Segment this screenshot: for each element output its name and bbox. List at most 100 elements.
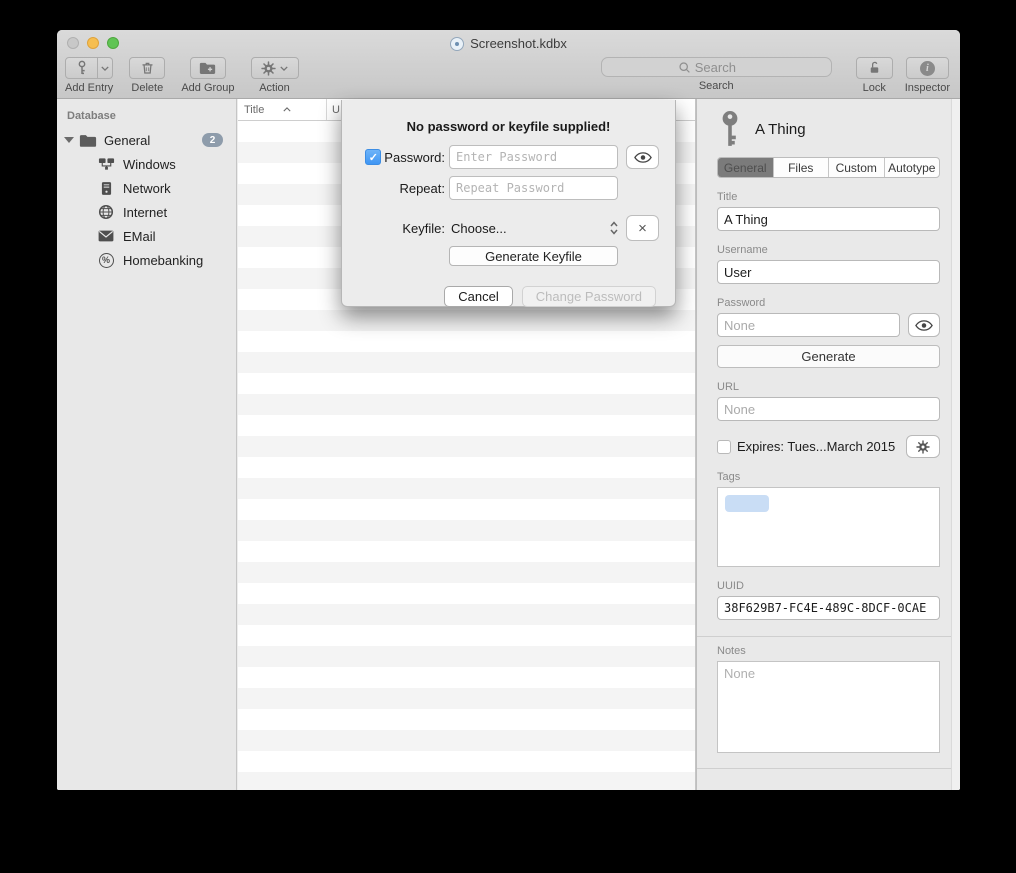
inspector-panel: A Thing General Files Custom Autotype Ti… <box>696 99 960 790</box>
tags-box[interactable] <box>717 487 940 567</box>
inspector-button[interactable]: i <box>906 57 949 79</box>
expires-options-button[interactable] <box>906 435 940 458</box>
keyfile-popup-value: Choose... <box>449 221 610 236</box>
sidebar-item-label: Homebanking <box>123 253 203 268</box>
action-button[interactable] <box>251 57 299 79</box>
app-window: Screenshot.kdbx Add Entry <box>57 30 960 790</box>
column-header-title[interactable]: Title <box>238 104 326 116</box>
reveal-password-button[interactable] <box>908 313 940 337</box>
url-field-label: URL <box>717 381 940 393</box>
cancel-button[interactable]: Cancel <box>444 286 512 307</box>
workgroup-icon <box>97 157 115 171</box>
clear-keyfile-button[interactable]: × <box>626 215 659 241</box>
delete-item: Delete <box>129 57 165 94</box>
percent-icon: % <box>97 253 115 268</box>
generate-password-button[interactable]: Generate <box>717 345 940 368</box>
sidebar-item-label: Internet <box>123 205 167 220</box>
tab-custom[interactable]: Custom <box>828 158 884 177</box>
gear-icon <box>261 61 276 76</box>
sort-ascending-icon <box>283 107 322 112</box>
envelope-icon <box>97 230 115 242</box>
uuid-field[interactable] <box>717 596 940 620</box>
add-group-item: Add Group <box>181 57 234 94</box>
lock-label: Lock <box>863 82 886 94</box>
chevron-down-icon <box>101 66 109 71</box>
inspector-item: i Inspector <box>905 57 950 94</box>
keyfile-popup[interactable]: Choose... <box>449 221 618 236</box>
titlebar: Screenshot.kdbx <box>57 35 960 52</box>
action-label: Action <box>259 82 290 94</box>
gear-icon <box>916 440 930 454</box>
search-icon <box>678 61 691 74</box>
add-entry-dropdown-button[interactable] <box>98 57 113 79</box>
lock-open-icon <box>867 60 882 76</box>
repeat-label: Repeat: <box>399 181 445 196</box>
sheet-message: No password or keyfile supplied! <box>361 119 656 134</box>
keyfile-label: Keyfile: <box>402 221 445 236</box>
inspector-label: Inspector <box>905 82 950 94</box>
sidebar-item-network[interactable]: Network <box>57 176 236 200</box>
entry-header: A Thing <box>717 108 940 150</box>
username-field[interactable] <box>717 260 940 284</box>
inspector-scrollbar[interactable] <box>951 99 960 790</box>
expires-checkbox[interactable] <box>717 440 731 454</box>
password-field[interactable] <box>717 313 900 337</box>
lock-button[interactable] <box>856 57 893 79</box>
password-label: Password: <box>384 150 445 165</box>
notes-field[interactable] <box>717 661 940 753</box>
password-checkbox[interactable]: ✓ <box>365 149 381 165</box>
trash-icon <box>140 60 155 76</box>
check-icon: ✓ <box>369 151 378 164</box>
search-input[interactable] <box>695 60 755 75</box>
sidebar-item-internet[interactable]: Internet <box>57 200 236 224</box>
sidebar-item-label: General <box>104 133 202 148</box>
toolbar: Add Entry Delete Add Group <box>65 57 950 94</box>
sidebar-item-label: EMail <box>123 229 156 244</box>
server-icon <box>97 181 115 196</box>
generate-keyfile-button[interactable]: Generate Keyfile <box>449 246 618 266</box>
search-field[interactable] <box>601 57 832 77</box>
group-sidebar: Database General 2 Windows Network <box>57 99 237 790</box>
sidebar-item-windows[interactable]: Windows <box>57 152 236 176</box>
action-item: Action <box>251 57 299 94</box>
add-entry-label: Add Entry <box>65 82 113 94</box>
key-icon <box>717 110 743 148</box>
sidebar-item-homebanking[interactable]: % Homebanking <box>57 248 236 272</box>
close-icon: × <box>638 220 647 237</box>
add-entry-button[interactable] <box>65 57 98 79</box>
add-group-button[interactable] <box>190 57 226 79</box>
expires-label: Expires: Tues...March 2015 <box>737 439 906 454</box>
divider <box>697 636 960 637</box>
title-field[interactable] <box>717 207 940 231</box>
tab-files[interactable]: Files <box>773 158 829 177</box>
sidebar-item-email[interactable]: EMail <box>57 224 236 248</box>
change-password-button[interactable]: Change Password <box>522 286 656 307</box>
divider <box>697 768 960 769</box>
uuid-label: UUID <box>717 580 940 592</box>
notes-label: Notes <box>717 645 940 657</box>
sidebar-item-label: Windows <box>123 157 176 172</box>
sidebar-item-general[interactable]: General 2 <box>57 128 236 152</box>
tab-general[interactable]: General <box>718 158 773 177</box>
title-toolbar: Screenshot.kdbx Add Entry <box>57 30 960 99</box>
sidebar-section-header: Database <box>57 99 236 128</box>
tags-label: Tags <box>717 471 940 483</box>
column-header-username[interactable]: U <box>327 104 340 116</box>
repeat-password-input[interactable] <box>449 176 618 200</box>
stepper-icon <box>610 221 618 235</box>
password-field-label: Password <box>717 297 940 309</box>
search-label: Search <box>699 80 734 92</box>
entry-title: A Thing <box>755 121 806 138</box>
tag-chip[interactable] <box>725 495 769 512</box>
reveal-password-button[interactable] <box>626 145 659 169</box>
disclosure-triangle-icon[interactable] <box>64 137 74 143</box>
tab-autotype[interactable]: Autotype <box>884 158 940 177</box>
delete-label: Delete <box>131 82 163 94</box>
title-field-label: Title <box>717 191 940 203</box>
url-field[interactable] <box>717 397 940 421</box>
sidebar-item-label: Network <box>123 181 171 196</box>
search-item: Search <box>601 57 832 92</box>
enter-password-input[interactable] <box>449 145 618 169</box>
globe-icon <box>97 204 115 220</box>
delete-button[interactable] <box>129 57 165 79</box>
